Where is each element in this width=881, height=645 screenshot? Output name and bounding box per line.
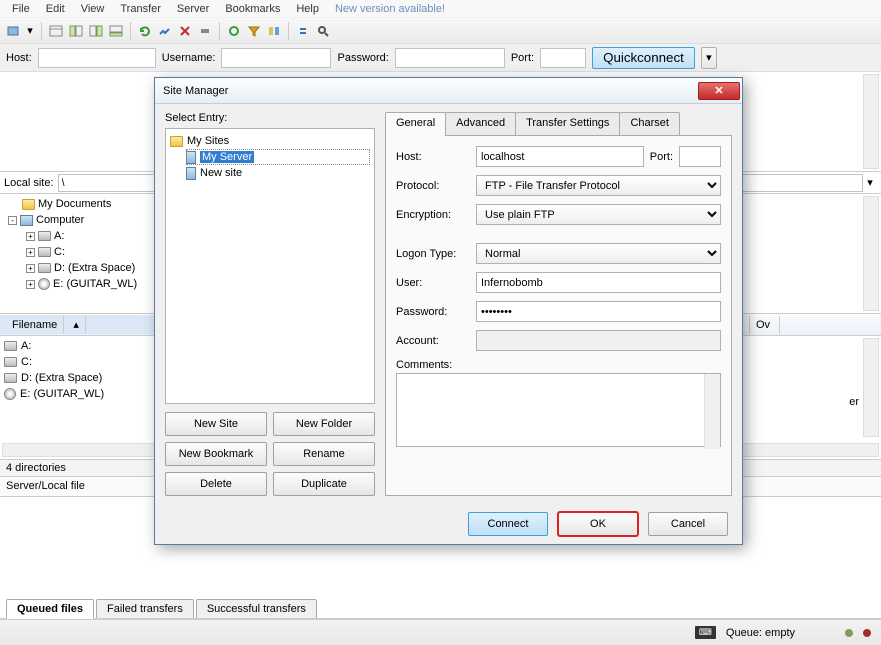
password-label: Password: [396, 306, 470, 318]
dialog-titlebar[interactable]: Site Manager ✕ [155, 78, 742, 104]
ok-button[interactable]: OK [558, 512, 638, 536]
user-label: User: [396, 277, 470, 289]
port-field[interactable] [679, 146, 721, 167]
port-label: Port: [650, 151, 673, 163]
account-field [476, 330, 721, 351]
tab-advanced[interactable]: Advanced [445, 112, 516, 136]
protocol-select[interactable]: FTP - File Transfer Protocol [476, 175, 721, 196]
connect-button[interactable]: Connect [468, 512, 548, 536]
user-field[interactable] [476, 272, 721, 293]
entry-newsite[interactable]: New site [200, 167, 242, 179]
tab-panel: Host: Port: Protocol: FTP - File Transfe… [385, 135, 732, 496]
folder-icon [170, 136, 183, 147]
tab-charset[interactable]: Charset [619, 112, 680, 136]
logontype-label: Logon Type: [396, 248, 470, 260]
dialog-title: Site Manager [163, 85, 698, 97]
server-icon [186, 151, 196, 164]
comments-label: Comments: [396, 359, 470, 371]
tab-general[interactable]: General [385, 112, 446, 136]
host-label: Host: [396, 151, 470, 163]
new-bookmark-button[interactable]: New Bookmark [165, 442, 267, 466]
delete-button[interactable]: Delete [165, 472, 267, 496]
entry-mysites[interactable]: My Sites [187, 135, 229, 147]
select-entry-label: Select Entry: [165, 112, 375, 124]
cancel-button[interactable]: Cancel [648, 512, 728, 536]
host-field[interactable] [476, 146, 644, 167]
tab-transfer[interactable]: Transfer Settings [515, 112, 620, 136]
encryption-label: Encryption: [396, 209, 470, 221]
password-field[interactable] [476, 301, 721, 322]
encryption-select[interactable]: Use plain FTP [476, 204, 721, 225]
modal-overlay: Site Manager ✕ Select Entry: My Sites My… [0, 0, 881, 645]
duplicate-button[interactable]: Duplicate [273, 472, 375, 496]
account-label: Account: [396, 335, 470, 347]
dialog-tabs: General Advanced Transfer Settings Chars… [385, 112, 732, 136]
server-icon [186, 167, 196, 180]
close-button[interactable]: ✕ [698, 82, 740, 100]
protocol-label: Protocol: [396, 180, 470, 192]
entry-list[interactable]: My Sites My Server New site [165, 128, 375, 404]
new-site-button[interactable]: New Site [165, 412, 267, 436]
site-manager-dialog: Site Manager ✕ Select Entry: My Sites My… [154, 77, 743, 545]
entry-myserver[interactable]: My Server [200, 151, 254, 163]
comments-field[interactable] [396, 373, 721, 447]
rename-button[interactable]: Rename [273, 442, 375, 466]
logontype-select[interactable]: Normal [476, 243, 721, 264]
new-folder-button[interactable]: New Folder [273, 412, 375, 436]
